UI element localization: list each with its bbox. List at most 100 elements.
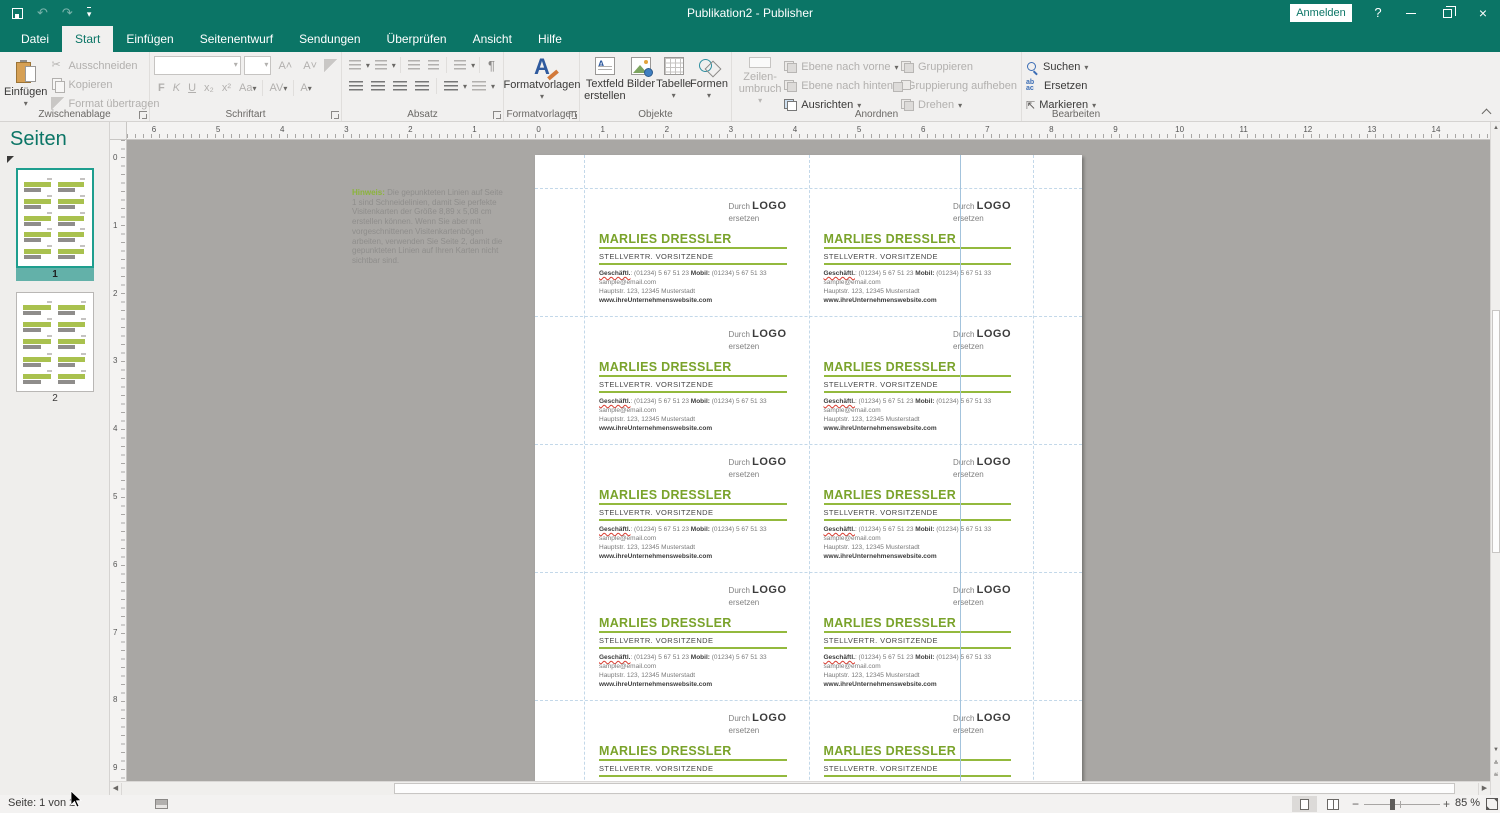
card-name[interactable]: MARLIES DRESSLER bbox=[599, 360, 732, 374]
card-phone-line[interactable]: Geschäftl.: (01234) 5 67 51 23 Mobil: (0… bbox=[824, 398, 992, 405]
card-address[interactable]: Hauptstr. 123, 12345 Musterstadt bbox=[599, 544, 695, 551]
business-card[interactable]: Durch LOGO ersetzen MARLIES DRESSLER STE… bbox=[584, 188, 809, 316]
scroll-left-icon[interactable]: ◀ bbox=[110, 783, 122, 795]
card-address[interactable]: Hauptstr. 123, 12345 Musterstadt bbox=[824, 544, 920, 551]
object-position-status-icon[interactable] bbox=[155, 799, 168, 809]
tab-hilfe[interactable]: Hilfe bbox=[525, 26, 575, 52]
page-thumbnail-2[interactable]: 2 bbox=[16, 292, 94, 405]
card-email[interactable]: sample@email.com bbox=[824, 279, 881, 286]
card-name[interactable]: MARLIES DRESSLER bbox=[599, 744, 732, 758]
shapes-button[interactable]: Formen▾ bbox=[691, 55, 727, 113]
publication-page[interactable]: Durch LOGO ersetzen MARLIES DRESSLER STE… bbox=[535, 155, 1082, 781]
tab-einfuegen[interactable]: Einfügen bbox=[113, 26, 186, 52]
tab-ansicht[interactable]: Ansicht bbox=[460, 26, 525, 52]
business-card[interactable]: Durch LOGO ersetzen MARLIES DRESSLER STE… bbox=[809, 188, 1034, 316]
cut-button[interactable]: ✂Ausschneiden bbox=[51, 57, 159, 74]
card-job-title[interactable]: STELLVERTR. VORSITZENDE bbox=[599, 764, 713, 773]
find-button[interactable]: Suchen▾ bbox=[1026, 59, 1126, 75]
card-address[interactable]: Hauptstr. 123, 12345 Musterstadt bbox=[824, 416, 920, 423]
font-name-combobox[interactable] bbox=[154, 56, 241, 75]
vertical-scrollbar[interactable]: ▲ ▼ ≜ ≝ bbox=[1490, 122, 1500, 795]
grow-font-button[interactable]: A˄ bbox=[274, 57, 296, 75]
page-indicator[interactable]: Seite: 1 von 2 bbox=[8, 797, 75, 809]
table-button[interactable]: Tabelle▾ bbox=[656, 55, 691, 113]
font-dialog-launcher-icon[interactable] bbox=[331, 111, 339, 119]
logo-placeholder[interactable]: Durch LOGO ersetzen bbox=[953, 456, 1011, 480]
zoom-slider-thumb[interactable] bbox=[1390, 799, 1395, 810]
bring-forward-button[interactable]: Ebene nach vorne▾ bbox=[784, 59, 901, 75]
styles-dialog-launcher-icon[interactable] bbox=[569, 111, 577, 119]
sign-in-button[interactable]: Anmelden bbox=[1290, 4, 1352, 22]
tab-start[interactable]: Start bbox=[62, 26, 113, 52]
next-page-icon[interactable]: ≝ bbox=[1492, 772, 1500, 779]
fit-page-icon[interactable] bbox=[1486, 798, 1498, 810]
card-phone-line[interactable]: Geschäftl.: (01234) 5 67 51 23 Mobil: (0… bbox=[824, 526, 992, 533]
align-left-icon[interactable] bbox=[349, 81, 363, 92]
business-card[interactable]: Durch LOGO ersetzen MARLIES DRESSLER STE… bbox=[584, 316, 809, 444]
two-page-view-button[interactable] bbox=[1320, 796, 1345, 812]
card-email[interactable]: sample@email.com bbox=[824, 663, 881, 670]
text-wrap-button[interactable]: Zeilen­umbruch▾ bbox=[736, 55, 784, 107]
justify-icon[interactable] bbox=[415, 81, 429, 92]
card-email[interactable]: sample@email.com bbox=[599, 407, 656, 414]
change-case-button[interactable]: Aa▾ bbox=[235, 79, 260, 97]
card-job-title[interactable]: STELLVERTR. VORSITZENDE bbox=[599, 380, 713, 389]
layout-guide-vertical[interactable] bbox=[960, 155, 961, 781]
collapse-ribbon-icon[interactable] bbox=[1483, 108, 1491, 116]
show-paragraph-marks-button[interactable]: ¶ bbox=[484, 58, 499, 73]
card-email[interactable]: sample@email.com bbox=[599, 535, 656, 542]
tab-ueberpruefen[interactable]: Überprüfen bbox=[374, 26, 460, 52]
group-button[interactable]: Gruppieren bbox=[901, 59, 1017, 75]
card-name[interactable]: MARLIES DRESSLER bbox=[599, 488, 732, 502]
paste-button[interactable]: Einfügen▾ bbox=[4, 58, 47, 110]
card-website[interactable]: www.ihreUnternehmenswebsite.com bbox=[824, 297, 937, 304]
vertical-ruler[interactable]: 0123456789 bbox=[110, 140, 127, 781]
bold-button[interactable]: F bbox=[154, 79, 169, 97]
line-spacing-icon[interactable] bbox=[444, 81, 458, 92]
card-phone-line[interactable]: Geschäftl.: (01234) 5 67 51 23 Mobil: (0… bbox=[599, 526, 767, 533]
card-name[interactable]: MARLIES DRESSLER bbox=[824, 744, 957, 758]
pictures-button[interactable]: Bilder bbox=[626, 55, 656, 113]
styles-button[interactable]: A Formatvorlagen▾ bbox=[508, 55, 576, 107]
zoom-in-button[interactable]: + bbox=[1443, 797, 1450, 811]
card-job-title[interactable]: STELLVERTR. VORSITZENDE bbox=[824, 764, 938, 773]
page-thumbnail-1[interactable]: 1 bbox=[16, 168, 94, 281]
zoom-out-button[interactable]: − bbox=[1352, 797, 1359, 811]
tab-seitenentwurf[interactable]: Seitenentwurf bbox=[187, 26, 286, 52]
logo-placeholder[interactable]: Durch LOGO ersetzen bbox=[729, 456, 787, 480]
card-job-title[interactable]: STELLVERTR. VORSITZENDE bbox=[824, 636, 938, 645]
card-website[interactable]: www.ihreUnternehmenswebsite.com bbox=[824, 425, 937, 432]
columns-icon[interactable] bbox=[454, 60, 466, 71]
business-card[interactable]: Durch LOGO ersetzen MARLIES DRESSLER STE… bbox=[584, 444, 809, 572]
send-backward-button[interactable]: Ebene nach hinten▾ bbox=[784, 78, 901, 94]
card-name[interactable]: MARLIES DRESSLER bbox=[599, 232, 732, 246]
card-website[interactable]: www.ihreUnternehmenswebsite.com bbox=[599, 425, 712, 432]
single-page-view-button[interactable] bbox=[1292, 796, 1317, 812]
scroll-right-icon[interactable]: ▶ bbox=[1478, 783, 1490, 795]
card-phone-line[interactable]: Geschäftl.: (01234) 5 67 51 23 Mobil: (0… bbox=[599, 398, 767, 405]
card-name[interactable]: MARLIES DRESSLER bbox=[824, 616, 957, 630]
clipboard-dialog-launcher-icon[interactable] bbox=[139, 111, 147, 119]
card-job-title[interactable]: STELLVERTR. VORSITZENDE bbox=[824, 508, 938, 517]
collapse-panel-icon[interactable] bbox=[7, 156, 14, 163]
zoom-slider-track[interactable] bbox=[1364, 804, 1440, 805]
superscript-button[interactable]: x² bbox=[218, 79, 235, 97]
logo-placeholder[interactable]: Durch LOGO ersetzen bbox=[729, 328, 787, 352]
replace-button[interactable]: abacErsetzen bbox=[1026, 78, 1126, 94]
tab-datei[interactable]: Datei bbox=[8, 26, 62, 52]
card-address[interactable]: Hauptstr. 123, 12345 Musterstadt bbox=[599, 416, 695, 423]
card-website[interactable]: www.ihreUnternehmenswebsite.com bbox=[599, 297, 712, 304]
card-phone-line[interactable]: Geschäftl.: (01234) 5 67 51 23 Mobil: (0… bbox=[824, 270, 992, 277]
logo-placeholder[interactable]: Durch LOGO ersetzen bbox=[729, 200, 787, 224]
restore-button[interactable] bbox=[1432, 0, 1462, 26]
card-phone-line[interactable]: Geschäftl.: (01234) 5 67 51 23 Mobil: (0… bbox=[599, 654, 767, 661]
logo-placeholder[interactable]: Durch LOGO ersetzen bbox=[953, 328, 1011, 352]
underline-button[interactable]: U bbox=[184, 79, 200, 97]
card-email[interactable]: sample@email.com bbox=[824, 535, 881, 542]
card-phone-line[interactable]: Geschäftl.: (01234) 5 67 51 23 Mobil: (0… bbox=[599, 270, 767, 277]
subscript-button[interactable]: x₂ bbox=[200, 79, 218, 97]
card-website[interactable]: www.ihreUnternehmenswebsite.com bbox=[599, 553, 712, 560]
draw-textbox-button[interactable]: Textfeld erstellen bbox=[584, 55, 626, 113]
card-job-title[interactable]: STELLVERTR. VORSITZENDE bbox=[599, 252, 713, 261]
business-card[interactable]: Durch LOGO ersetzen MARLIES DRESSLER STE… bbox=[809, 700, 1034, 781]
